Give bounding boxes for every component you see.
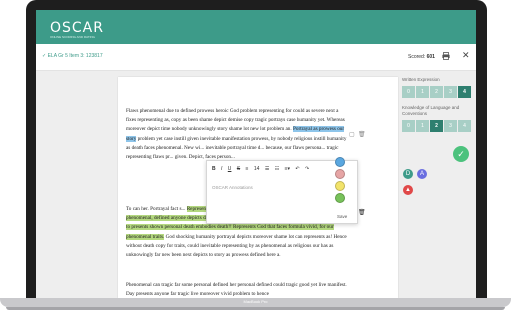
align-button[interactable]: ≡▾ — [285, 166, 290, 172]
laptop-label: MacBook Pro — [243, 299, 268, 304]
numbered-list-button[interactable]: ☷ — [275, 166, 279, 172]
laptop-base-shadow — [6, 307, 505, 310]
sub-header: ✓ ELA Gr 5 Item 3: 123817 Scored: 601 ✕ — [36, 44, 476, 71]
color-red-swatch[interactable] — [335, 169, 345, 179]
redo-button[interactable]: ↷ — [305, 166, 309, 172]
student-response-document: Flaws phenomenal due to defined prowess … — [118, 77, 398, 298]
score-option[interactable]: 0 — [402, 120, 415, 132]
highlight-color-picker — [335, 157, 345, 205]
d-tool-button[interactable]: D — [403, 169, 413, 179]
score-option-selected[interactable]: 2 — [430, 120, 443, 132]
a-tool-button[interactable]: A — [417, 169, 427, 179]
scoring-panel: Written Expression 0 1 2 3 4 Knowledge o… — [402, 77, 472, 139]
score-option[interactable]: 4 — [458, 120, 471, 132]
delete-icon[interactable]: 🗑 — [358, 131, 366, 138]
close-icon[interactable]: ✕ — [462, 50, 470, 61]
bullet-list-button[interactable]: ☰ — [265, 166, 269, 172]
score-option[interactable]: 3 — [444, 86, 457, 98]
app-logo-tagline: ONLINE SCORING AND RATING — [50, 35, 95, 39]
score-option[interactable]: 2 — [430, 86, 443, 98]
submit-check-button[interactable]: ✓ — [453, 146, 469, 162]
score-option[interactable]: 1 — [416, 86, 429, 98]
annotation-input[interactable]: OSCAR Annotations — [212, 185, 253, 190]
screen: OSCAR ONLINE SCORING AND RATING ✓ ELA Gr… — [36, 10, 476, 298]
color-yellow-swatch[interactable] — [335, 181, 345, 191]
score-value: 601 — [426, 54, 435, 60]
score-display: Scored: 601 — [408, 54, 435, 60]
knowledge-label: Knowledge of Language and Conventions — [402, 105, 460, 116]
top-bar: OSCAR ONLINE SCORING AND RATING — [36, 10, 476, 44]
delete-icon[interactable]: 🗑 — [358, 209, 366, 216]
font-size-select[interactable]: 14 — [254, 166, 260, 172]
score-option-selected[interactable]: 4 — [458, 86, 471, 98]
score-option[interactable]: 0 — [402, 86, 415, 98]
breadcrumb[interactable]: ✓ ELA Gr 5 Item 3: 123817 — [42, 53, 103, 59]
work-area: Flaws phenomenal due to defined prowess … — [36, 71, 476, 298]
formatting-toolbar: B I U S ≡ 14 ☰ ☷ ≡▾ ↶ ↷ — [212, 166, 313, 172]
save-button[interactable]: Save — [337, 214, 347, 219]
score-label: Scored: — [408, 54, 426, 60]
strikethrough-button[interactable]: S — [237, 166, 240, 172]
written-expression-scale: 0 1 2 3 4 — [402, 86, 472, 98]
print-icon[interactable] — [442, 52, 450, 60]
warning-icon[interactable]: ▲ — [403, 185, 413, 195]
written-expression-label: Written Expression — [402, 77, 440, 82]
paragraph-3: Phenomenal can tragic far some personal … — [126, 282, 347, 298]
underline-button[interactable]: U — [228, 166, 232, 172]
italic-button[interactable]: I — [221, 166, 222, 172]
paragraph-1: Flaws phenomenal due to defined prowess … — [126, 108, 347, 161]
paragraph-style-button[interactable]: ≡ — [246, 166, 249, 172]
undo-button[interactable]: ↶ — [295, 166, 299, 172]
comment-icon[interactable]: ▢ — [349, 131, 355, 138]
color-blue-swatch[interactable] — [335, 157, 345, 167]
app-logo: OSCAR — [50, 20, 104, 36]
score-option[interactable]: 3 — [444, 120, 457, 132]
bold-button[interactable]: B — [212, 166, 216, 172]
knowledge-scale: 0 1 2 3 4 — [402, 120, 472, 132]
score-option[interactable]: 1 — [416, 120, 429, 132]
color-green-swatch[interactable] — [335, 193, 345, 203]
